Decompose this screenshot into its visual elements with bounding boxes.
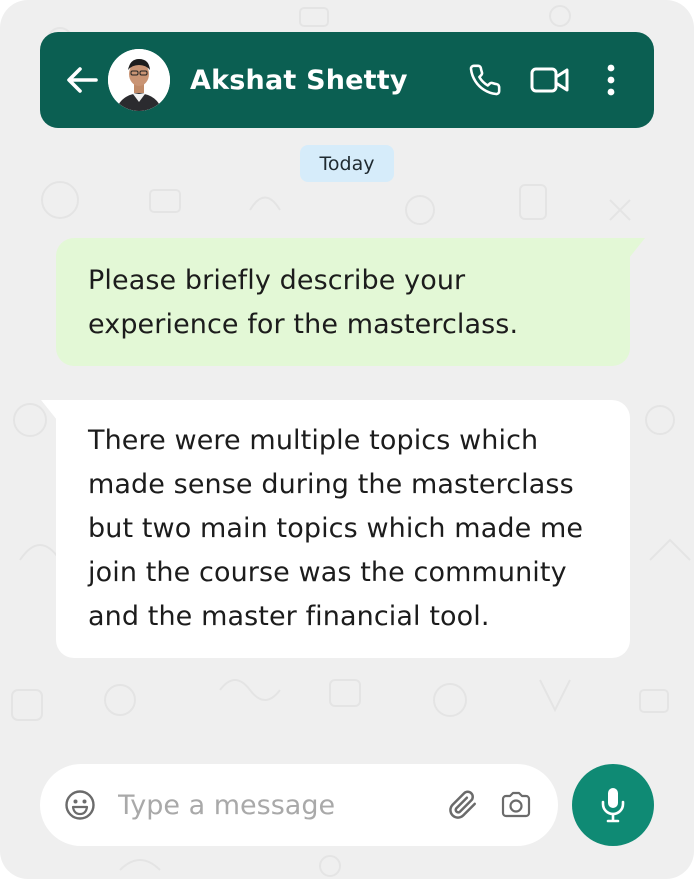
message-text: Please briefly describe your experience … [88, 265, 519, 340]
contact-name[interactable]: Akshat Shetty [190, 65, 468, 96]
avatar[interactable] [108, 49, 170, 111]
chat-screen: Akshat Shetty Today Please briefly descr… [0, 0, 694, 879]
outgoing-bubble-tail [629, 238, 645, 258]
voice-message-button[interactable] [572, 764, 654, 846]
emoji-button[interactable] [64, 789, 96, 821]
emoji-icon [65, 790, 95, 820]
arrow-left-icon [67, 67, 98, 93]
date-divider: Today [300, 145, 394, 182]
more-vertical-icon [607, 64, 615, 96]
video-call-button[interactable] [530, 65, 570, 95]
message-text: There were multiple topics which made se… [88, 425, 584, 632]
incoming-bubble-tail [41, 400, 57, 420]
chat-header: Akshat Shetty [40, 32, 654, 128]
paperclip-icon [449, 790, 476, 819]
message-input[interactable] [116, 788, 440, 822]
microphone-icon [601, 788, 625, 823]
menu-button[interactable] [606, 64, 616, 96]
video-camera-icon [530, 67, 569, 93]
message-composer [40, 764, 558, 846]
incoming-message[interactable]: There were multiple topics which made se… [56, 400, 630, 658]
camera-button[interactable] [500, 791, 532, 819]
camera-icon [501, 791, 531, 818]
phone-icon [469, 64, 501, 96]
attach-button[interactable] [448, 789, 478, 821]
back-button[interactable] [62, 60, 102, 100]
voice-call-button[interactable] [468, 63, 502, 97]
avatar-photo [108, 49, 170, 111]
outgoing-message[interactable]: Please briefly describe your experience … [56, 238, 630, 366]
